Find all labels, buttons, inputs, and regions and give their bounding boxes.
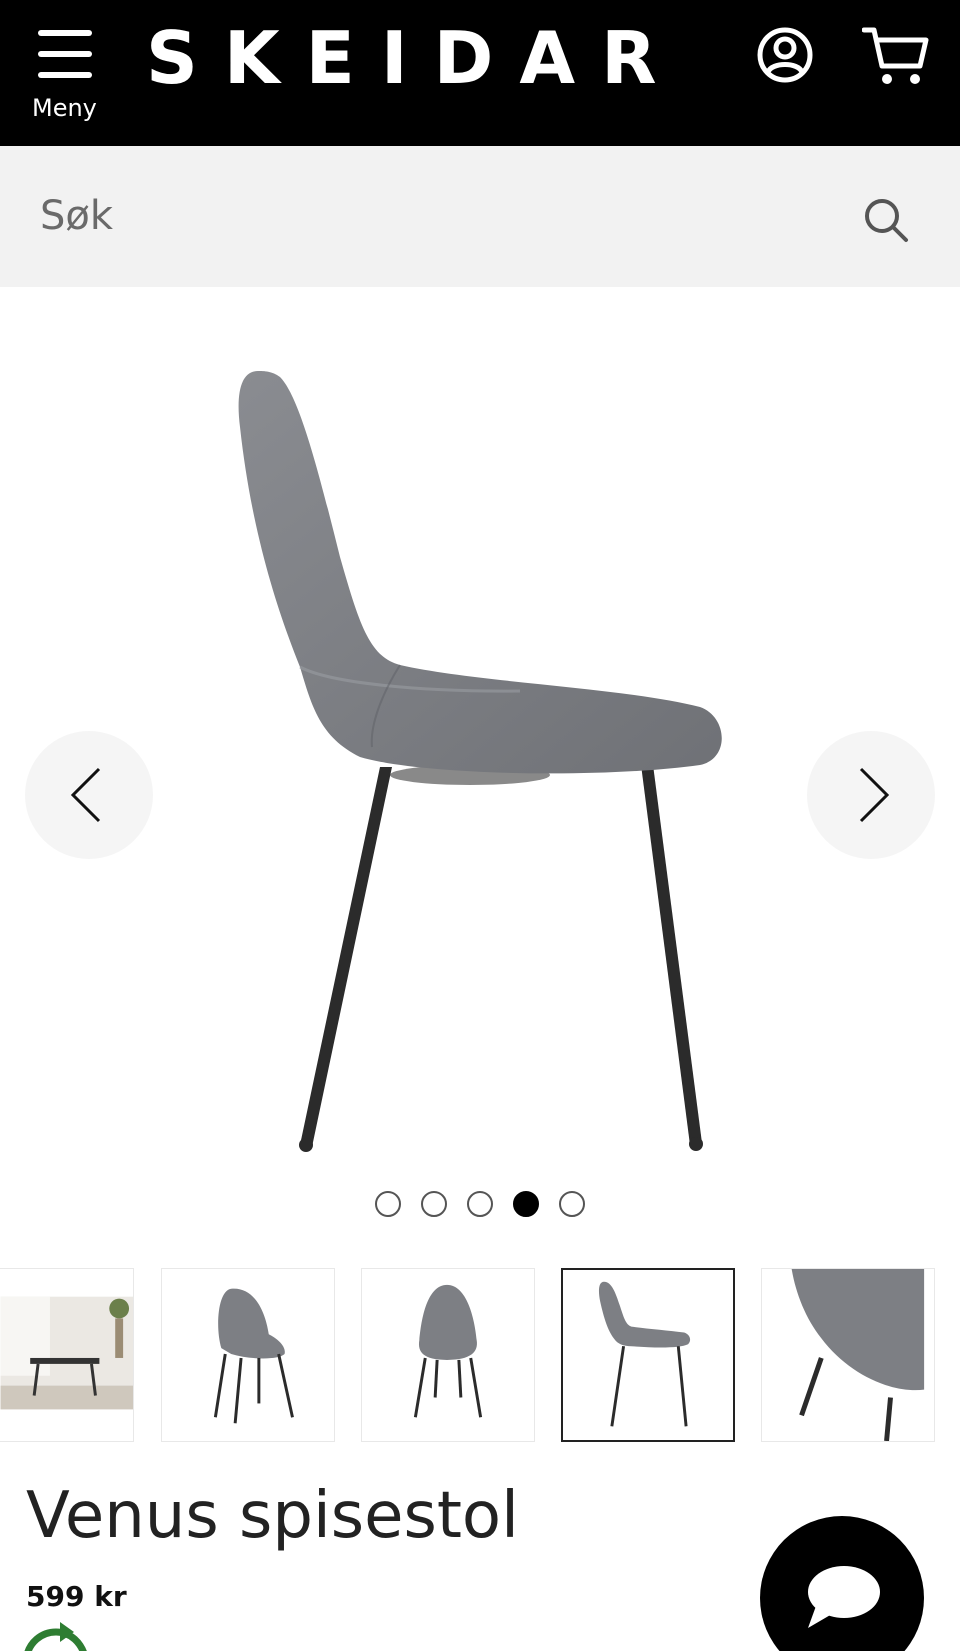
chevron-left-icon <box>70 767 101 823</box>
pagination-dot-2[interactable] <box>421 1191 447 1217</box>
chevron-right-icon <box>859 767 890 823</box>
product-price: 599 kr <box>26 1580 127 1613</box>
pagination-dot-5[interactable] <box>559 1191 585 1217</box>
menu-label: Meny <box>32 94 97 122</box>
skeidar-logo[interactable]: SKEIDAR <box>146 18 683 98</box>
thumbnail-chair-side[interactable] <box>561 1268 735 1442</box>
thumbnail-chair-detail[interactable] <box>761 1268 935 1442</box>
chat-bubble-icon <box>808 1566 880 1628</box>
product-title: Venus spisestol <box>26 1479 519 1553</box>
thumbnail-chair-front[interactable] <box>361 1268 535 1442</box>
thumbnail-strip <box>0 1268 960 1444</box>
gallery-prev-button[interactable] <box>25 731 153 859</box>
recycle-icon <box>24 1622 87 1651</box>
thumbnail-room-scene[interactable] <box>0 1268 134 1442</box>
gallery-next-button[interactable] <box>807 731 935 859</box>
chat-button[interactable] <box>760 1516 924 1651</box>
search-bar <box>0 146 960 287</box>
pagination-dot-3[interactable] <box>467 1191 493 1217</box>
product-image-chair[interactable] <box>0 287 960 1231</box>
pagination-dot-4[interactable] <box>513 1191 539 1217</box>
gallery-pagination <box>375 1191 595 1217</box>
hamburger-icon <box>38 30 92 80</box>
product-gallery <box>0 287 960 1231</box>
cart-icon[interactable] <box>862 24 930 88</box>
user-icon[interactable] <box>756 26 814 84</box>
pagination-dot-1[interactable] <box>375 1191 401 1217</box>
search-icon[interactable] <box>862 196 910 244</box>
search-input[interactable] <box>40 190 820 242</box>
thumbnail-chair-front-angle[interactable] <box>161 1268 335 1442</box>
top-header: Meny SKEIDAR <box>0 0 960 146</box>
menu-button[interactable]: Meny <box>28 22 102 122</box>
